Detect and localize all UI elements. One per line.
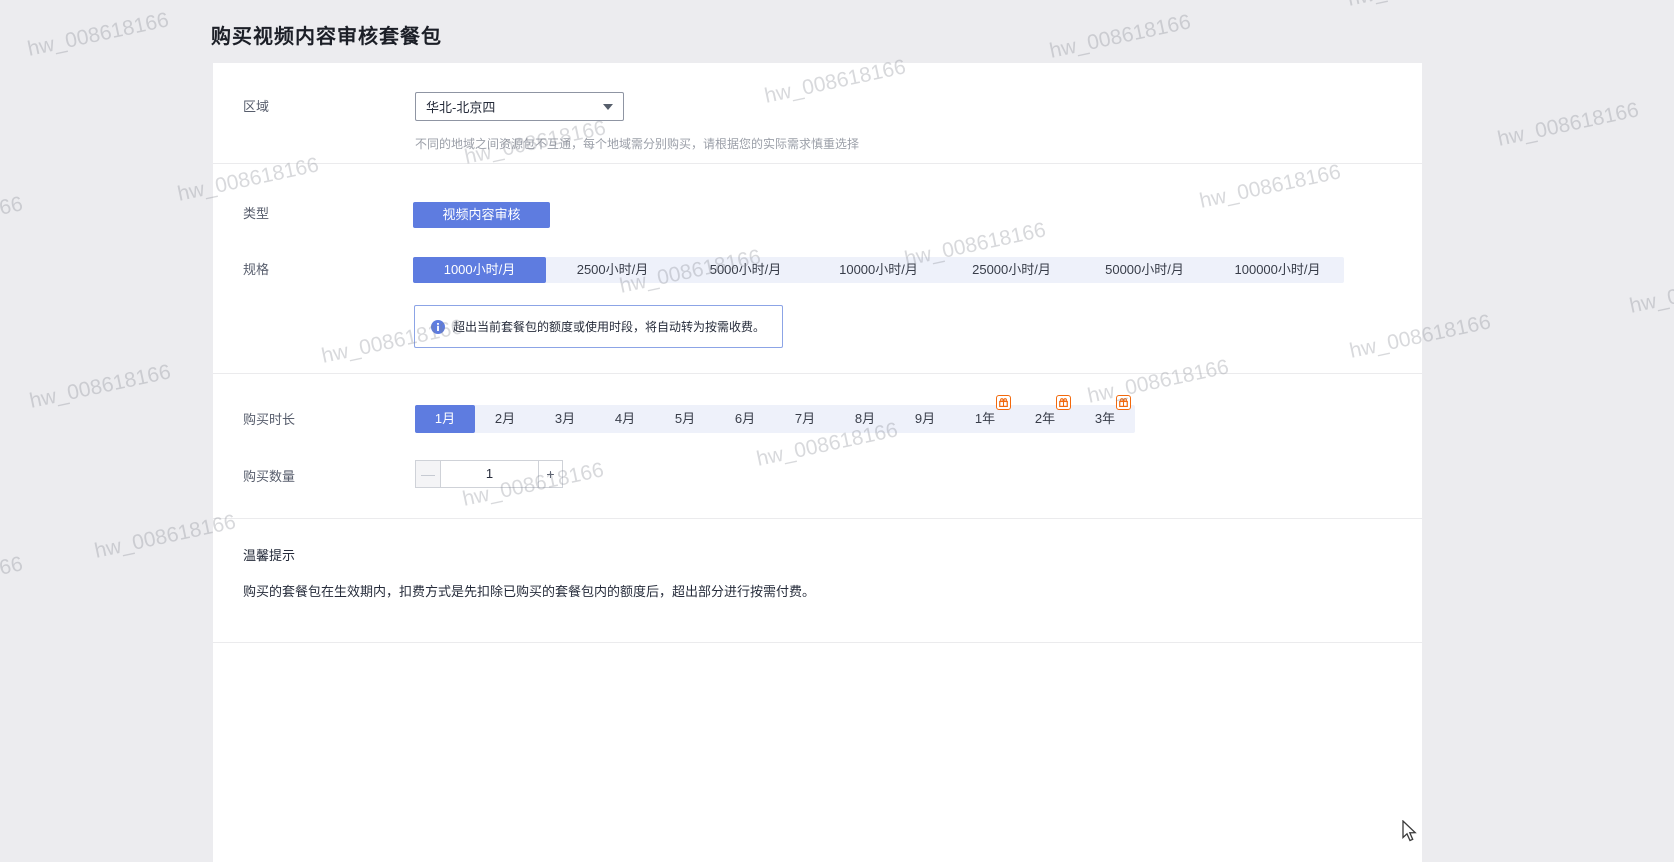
chevron-down-icon	[603, 103, 613, 110]
watermark: hw_008618166	[0, 192, 25, 245]
watermark: hw_008618166	[27, 360, 173, 413]
duration-option-label: 1年	[974, 411, 996, 426]
duration-option-1[interactable]: 1月	[415, 405, 475, 433]
spec-option-7[interactable]: 100000小时/月	[1211, 257, 1344, 283]
section-divider	[213, 373, 1422, 374]
duration-option-11[interactable]: 2年	[1015, 395, 1075, 433]
duration-option-9[interactable]: 9月	[895, 405, 955, 433]
gift-icon	[1056, 395, 1071, 410]
page-title: 购买视频内容审核套餐包	[211, 26, 442, 48]
duration-option-10[interactable]: 1年	[955, 395, 1015, 433]
region-dropdown-value: 华北-北京四	[426, 100, 496, 115]
overage-notice-banner: 超出当前套餐包的额度或使用时段，将自动转为按需收费。	[414, 305, 783, 348]
duration-option-label: 7月	[794, 411, 816, 426]
duration-option-2[interactable]: 2月	[475, 405, 535, 433]
spec-option-2[interactable]: 2500小时/月	[546, 257, 679, 283]
spec-option-6[interactable]: 50000小时/月	[1078, 257, 1211, 283]
watermark: hw_008618166	[1346, 0, 1491, 12]
type-label: 类型	[243, 206, 270, 221]
gift-icon	[996, 395, 1011, 410]
quantity-value[interactable]: 1	[440, 460, 538, 488]
duration-option-label: 2年	[1034, 411, 1056, 426]
watermark: hw_008618166	[1047, 10, 1193, 63]
spec-options-row: 1000小时/月 2500小时/月 5000小时/月 10000小时/月 25000小时…	[413, 257, 1344, 283]
watermark: hw_008618166	[1627, 265, 1674, 318]
quantity-decrease-button[interactable]: —	[415, 460, 440, 488]
tips-body: 购买的套餐包在生效期内，扣费方式是先扣除已购买的套餐包内的额度后，超出部分进行按…	[243, 584, 816, 599]
tips-title: 温馨提示	[243, 548, 296, 563]
section-divider	[213, 518, 1422, 519]
quantity-stepper: — 1 +	[415, 460, 563, 488]
info-icon	[431, 319, 445, 334]
duration-option-label: 2月	[494, 411, 516, 426]
duration-option-label: 1月	[434, 411, 456, 426]
duration-option-7[interactable]: 7月	[775, 405, 835, 433]
duration-options-row: 1月 2月 3月 4月 5月 6月 7月 8月 9月 1年 2年 3年	[415, 395, 1135, 433]
region-hint: 不同的地域之间资源包不互通，每个地域需分别购买，请根据您的实际需求慎重选择	[415, 137, 860, 151]
spec-label: 规格	[243, 262, 270, 277]
duration-option-3[interactable]: 3月	[535, 405, 595, 433]
purchase-form-card: 区域 华北-北京四 不同的地域之间资源包不互通，每个地域需分别购买，请根据您的实…	[213, 63, 1422, 862]
duration-option-label: 3月	[554, 411, 576, 426]
duration-option-label: 5月	[674, 411, 696, 426]
section-divider	[213, 642, 1422, 643]
gift-icon	[1116, 395, 1131, 410]
duration-option-label: 3年	[1094, 411, 1116, 426]
duration-option-5[interactable]: 5月	[655, 405, 715, 433]
purchase-page: 购买视频内容审核套餐包 区域 华北-北京四 不同的地域之间资源包不互通，每个地域…	[0, 0, 1674, 862]
duration-option-label: 8月	[854, 411, 876, 426]
spec-option-4[interactable]: 10000小时/月	[812, 257, 945, 283]
duration-option-label: 9月	[914, 411, 936, 426]
duration-option-4[interactable]: 4月	[595, 405, 655, 433]
duration-option-8[interactable]: 8月	[835, 405, 895, 433]
quantity-label: 购买数量	[243, 469, 296, 484]
duration-option-label: 4月	[614, 411, 636, 426]
watermark: hw_008618166	[25, 8, 171, 61]
duration-option-label: 6月	[734, 411, 756, 426]
section-divider	[213, 163, 1422, 164]
duration-option-12[interactable]: 3年	[1075, 395, 1135, 433]
duration-option-6[interactable]: 6月	[715, 405, 775, 433]
duration-label: 购买时长	[243, 412, 296, 427]
region-dropdown[interactable]: 华北-北京四	[415, 92, 624, 121]
type-option-video-moderation[interactable]: 视频内容审核	[413, 202, 550, 228]
quantity-increase-button[interactable]: +	[538, 460, 563, 488]
overage-notice-text: 超出当前套餐包的额度或使用时段，将自动转为按需收费。	[453, 320, 766, 334]
region-label: 区域	[243, 99, 270, 114]
spec-option-1[interactable]: 1000小时/月	[413, 257, 546, 283]
spec-option-5[interactable]: 25000小时/月	[945, 257, 1078, 283]
watermark: hw_008618166	[0, 552, 25, 605]
spec-option-3[interactable]: 5000小时/月	[679, 257, 812, 283]
watermark: hw_008618166	[1495, 98, 1641, 151]
